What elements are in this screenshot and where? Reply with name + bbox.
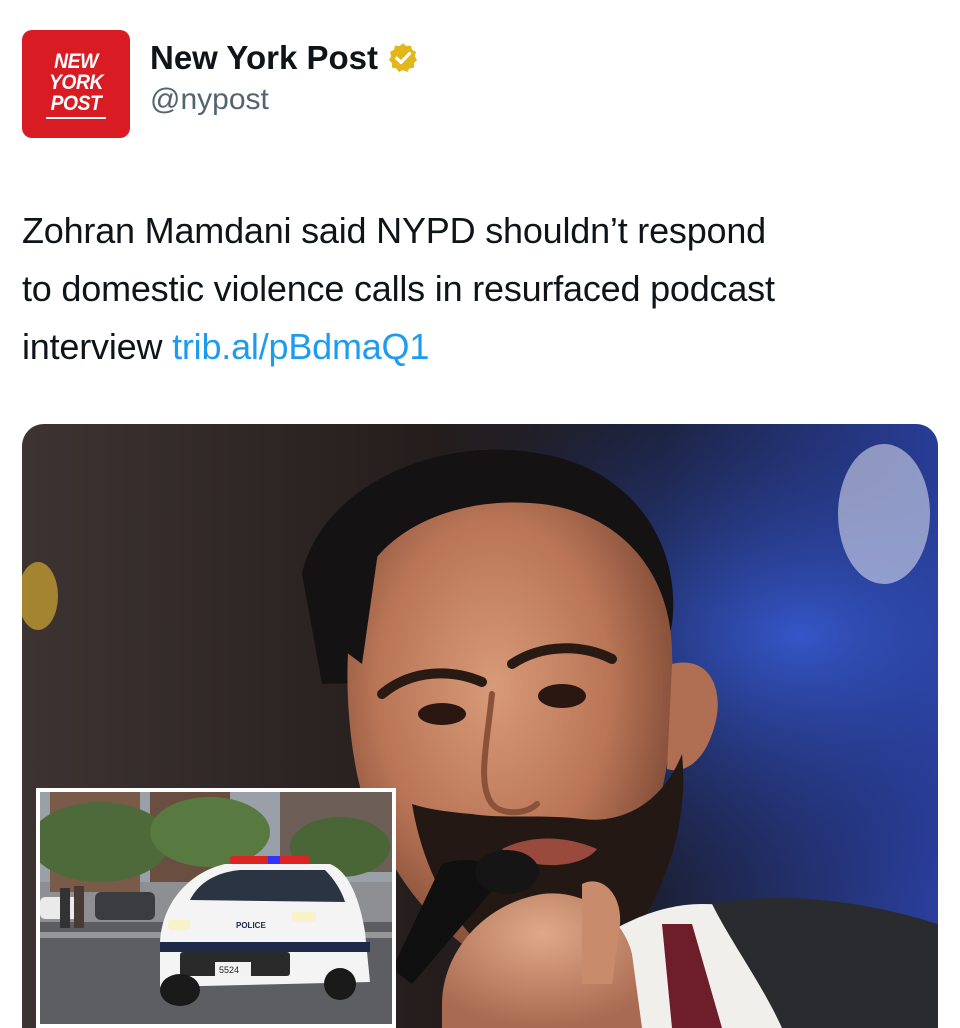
logo-text-line-3: POST xyxy=(50,92,102,115)
tweet-text-line-3: interview trib.al/pBdmaQ1 xyxy=(22,318,938,376)
tweet-link[interactable]: trib.al/pBdmaQ1 xyxy=(172,326,429,367)
inset-police-car-illustration: POLICE 5524 xyxy=(40,792,392,1024)
account-avatar[interactable]: NEW YORK POST xyxy=(22,30,130,138)
account-identity: New York Post @nypost xyxy=(150,38,420,120)
logo-text-line-2: YORK xyxy=(49,71,103,94)
inset-police-label: POLICE xyxy=(236,921,266,930)
inset-photo: POLICE 5524 xyxy=(36,788,396,1028)
inset-unit-number: 5524 xyxy=(219,965,239,975)
name-row: New York Post xyxy=(150,38,420,78)
account-display-name[interactable]: New York Post xyxy=(150,38,378,78)
account-handle[interactable]: @nypost xyxy=(150,80,420,120)
tweet-card: NEW YORK POST New York Post @nypost Zohr… xyxy=(0,0,960,1028)
tweet-media-photo[interactable]: POLICE 5524 xyxy=(22,424,938,1028)
tweet-text-line-1: Zohran Mamdani said NYPD shouldn’t respo… xyxy=(22,210,766,251)
logo-underline xyxy=(46,117,106,119)
tweet-text-line-3-start: interview xyxy=(22,326,173,367)
tweet-text: Zohran Mamdani said NYPD shouldn’t respo… xyxy=(22,202,938,376)
tweet-text-line-2: to domestic violence calls in resurfaced… xyxy=(22,268,775,309)
tweet-header: NEW YORK POST New York Post @nypost xyxy=(22,30,420,140)
verified-badge-icon xyxy=(386,41,420,75)
logo-text-line-1: NEW xyxy=(54,50,98,73)
